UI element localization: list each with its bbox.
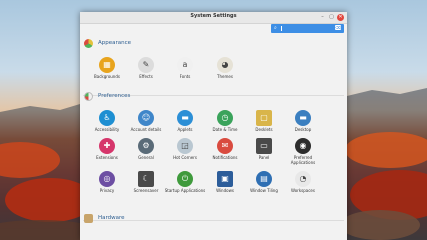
setting-label: Privacy [99,188,115,193]
effects-icon: ✎ [138,57,154,73]
setting-accessibility[interactable]: ♿ Accessibility [87,110,127,138]
setting-label: Backgrounds [94,74,120,79]
settings-window: System Settings – ▢ ✕ ⌕ ⌫ Appearance Pre… [80,12,347,240]
clear-search-icon[interactable]: ⌫ [335,25,341,30]
notifications-icon: ✉ [217,138,233,154]
extensions-icon: ✚ [99,138,115,154]
setting-startup-applications[interactable]: ⏻ Startup Applications [165,171,205,199]
appearance-icon [84,39,93,48]
setting-extensions[interactable]: ✚ Extensions [87,138,127,166]
window-title: System Settings [190,13,237,19]
setting-label: Preferred Applications [290,155,316,165]
setting-label: Notifications [212,155,238,160]
backgrounds-icon: ▦ [99,57,115,73]
themes-icon: ◕ [217,57,233,73]
setting-panel[interactable]: ▭ Panel [244,138,284,166]
setting-windows[interactable]: ▣ Windows [205,171,245,199]
general-icon: ⚙ [138,138,154,154]
setting-window-tiling[interactable]: ▤ Window Tiling [244,171,284,199]
setting-label: Windows [216,188,234,193]
setting-general[interactable]: ⚙ General [126,138,166,166]
applets-icon: ▬ [177,110,193,126]
setting-label: Extensions [96,155,118,160]
search-field[interactable]: ⌕ ⌫ [271,24,344,33]
screensaver-icon: ☾ [138,171,154,187]
desklets-icon: ▢ [256,110,272,126]
setting-workspaces[interactable]: ◔ Workspaces [283,171,323,199]
setting-label: Hot Corners [173,155,197,160]
preferences-icon [84,92,93,101]
text-caret [281,26,282,31]
window-tiling-icon: ▤ [256,171,272,187]
setting-label: Desklets [255,127,273,132]
setting-account-details[interactable]: ☺ Account details [126,110,166,138]
preferred-applications-icon: ◉ [295,138,311,154]
setting-label: Startup Applications [164,188,206,193]
setting-label: Applets [177,127,193,132]
panel-icon: ▭ [256,138,272,154]
setting-label: Screensaver [133,188,159,193]
maximize-button[interactable]: ▢ [328,14,335,21]
section-title-appearance: Appearance [98,40,132,46]
setting-desklets[interactable]: ▢ Desklets [244,110,284,138]
setting-label: Themes [217,74,233,79]
date-and-time-icon: ◷ [217,110,233,126]
desktop-icon: ▬ [295,110,311,126]
setting-label: Panel [258,155,270,160]
minimize-button[interactable]: – [319,14,326,21]
setting-label: Fonts [179,74,191,79]
accessibility-icon: ♿ [99,110,115,126]
fonts-icon: a [177,57,193,73]
setting-applets[interactable]: ▬ Applets [165,110,205,138]
setting-date-and-time[interactable]: ◷ Date & Time [205,110,245,138]
setting-effects[interactable]: ✎ Effects [126,57,166,85]
setting-label: Workspaces [291,188,315,193]
account-details-icon: ☺ [138,110,154,126]
setting-label: Window Tiling [250,188,278,193]
setting-label: Accessibility [94,127,120,132]
windows-icon: ▣ [217,171,233,187]
setting-label: General [138,155,154,160]
workspaces-icon: ◔ [295,171,311,187]
setting-privacy[interactable]: ◎ Privacy [87,171,127,199]
hardware-icon [84,214,93,223]
search-icon: ⌕ [274,25,277,31]
setting-label: Effects [139,74,153,79]
title-bar[interactable]: System Settings – ▢ ✕ [80,12,347,24]
setting-desktop[interactable]: ▬ Desktop [283,110,323,138]
setting-backgrounds[interactable]: ▦ Backgrounds [87,57,127,85]
setting-themes[interactable]: ◕ Themes [205,57,245,85]
startup-applications-icon: ⏻ [177,171,193,187]
privacy-icon: ◎ [99,171,115,187]
setting-hot-corners[interactable]: ◲ Hot Corners [165,138,205,166]
setting-label: Date & Time [212,127,238,132]
setting-fonts[interactable]: a Fonts [165,57,205,85]
setting-label: Desktop [294,127,312,132]
section-title-preferences: Preferences [98,93,131,99]
section-title-hardware: Hardware [98,215,125,221]
close-button[interactable]: ✕ [337,14,344,21]
setting-screensaver[interactable]: ☾ Screensaver [126,171,166,199]
setting-label: Account details [130,127,162,132]
setting-preferred-applications[interactable]: ◉ Preferred Applications [283,138,323,166]
setting-notifications[interactable]: ✉ Notifications [205,138,245,166]
hot-corners-icon: ◲ [177,138,193,154]
